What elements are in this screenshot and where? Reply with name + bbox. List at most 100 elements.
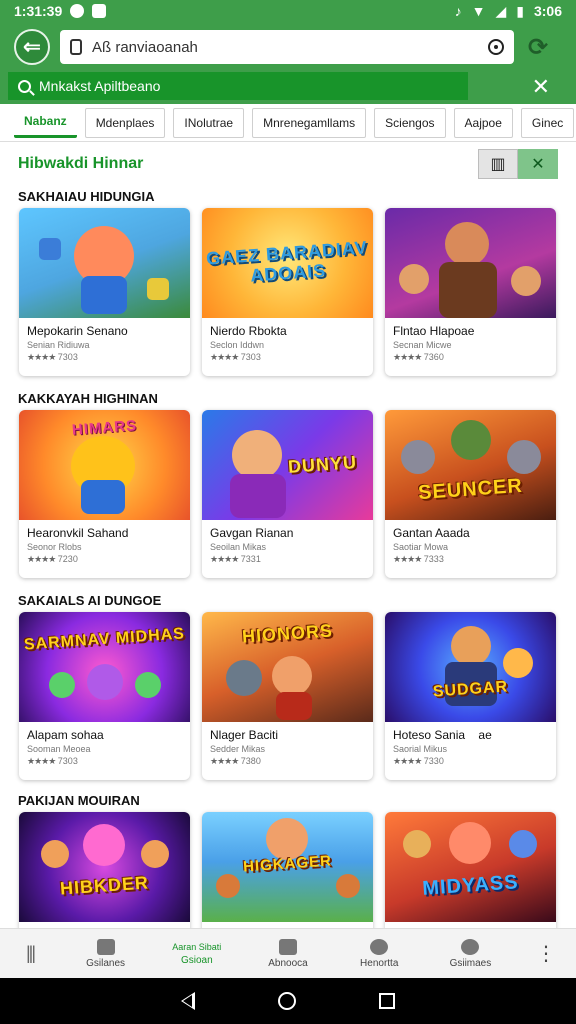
game-art-title: HIONORS (241, 620, 334, 647)
star-icon: ★★★★ (27, 756, 56, 766)
tab-5[interactable]: Sciengos (374, 107, 446, 138)
tab-2[interactable]: Mdenplaes (84, 107, 166, 138)
search-icon (18, 79, 31, 93)
game-card[interactable]: HIONORS Nlager Baciti Sedder Mikas ★★★★ … (202, 612, 373, 780)
bottom-navigation: ||| Gsilanes Aaran Sibati Gsioan Abnooca… (0, 928, 576, 978)
category-tabs: Nabanz Mdenplaes INolutrae Mnrenegamllam… (0, 104, 576, 142)
page-title: Hibwakdi Hinnar (18, 155, 144, 172)
more-options-button[interactable]: ⋮ (516, 941, 576, 966)
game-rating: ★★★★ 7380 (210, 756, 261, 766)
game-rating: ★★★★ 7303 (210, 352, 261, 362)
game-name: Alapam sohaa (27, 728, 104, 742)
refresh-button[interactable]: ⟳ (524, 33, 552, 62)
game-developer: Senian Ridiuwa (27, 340, 90, 350)
section-title: SAKAIALS AI DUNGOE (18, 593, 162, 608)
game-rating: ★★★★ 7303 (27, 756, 78, 766)
section-1: SAKHAIAU HIDUNGIA Mepokarin Senano Senia… (0, 186, 576, 376)
game-thumbnail: HIMARS (19, 410, 190, 520)
nav-games[interactable]: Gsilanes (60, 938, 151, 969)
game-card[interactable]: SUDGAR Hoteso Sania ae Saorial Mikus ★★★… (385, 612, 556, 780)
nav-gsioan[interactable]: Aaran Sibati Gsioan (151, 942, 242, 966)
search-bar[interactable]: Mnkakst Apiltbeano (8, 72, 468, 100)
battery-time: 3:06 (533, 3, 562, 19)
star-icon: ★★★★ (393, 756, 422, 766)
game-thumbnail: GAEZ BARADIAV ADOAIS (202, 208, 373, 318)
game-rating: ★★★★ 7303 (27, 352, 78, 362)
tab-3[interactable]: INolutrae (173, 107, 245, 138)
game-art-title: GAEZ BARADIAV ADOAIS (205, 237, 369, 286)
status-time: 1:31:39 (14, 3, 63, 19)
nav-games-library[interactable]: Gsiimaes (425, 938, 516, 969)
game-card[interactable]: SEUNCER Gantan Aaada Saotiar Mowa ★★★★ 7… (385, 410, 556, 578)
nav-label: Abnooca (268, 957, 308, 969)
star-icon: ★★★★ (393, 352, 422, 362)
game-name: Gavgan Rianan (210, 526, 294, 540)
game-rating: ★★★★ 7230 (27, 554, 78, 564)
game-card[interactable]: DUNYU Gavgan Rianan Seoilan Mikas ★★★★ 7… (202, 410, 373, 578)
page-icon (70, 39, 82, 55)
game-thumbnail: HIONORS (202, 612, 373, 722)
game-thumbnail (19, 208, 190, 318)
nav-label: Gsioan (180, 954, 213, 966)
game-thumbnail: HIBKDER (19, 812, 190, 922)
nav-notifications[interactable]: Henortta (334, 938, 425, 969)
game-developer: Seclon Iddwn (210, 340, 265, 350)
game-rating: ★★★★ 7333 (393, 554, 444, 564)
game-name: Gantan Aaada (393, 526, 470, 540)
game-art-title: DUNYU (287, 452, 358, 477)
tab-7[interactable]: Ginec (520, 107, 575, 138)
page-header: Hibwakdi Hinnar ▥ ✕ (0, 142, 576, 186)
tab-6[interactable]: Aajpoe (453, 107, 513, 138)
game-thumbnail: SEUNCER (385, 410, 556, 520)
section-3: SAKAIALS AI DUNGOE SARMNAV MIDHAS Alapam… (0, 590, 576, 780)
nav-apps[interactable]: Abnooca (242, 938, 333, 969)
star-icon: ★★★★ (210, 554, 239, 564)
game-developer: Seonor Rlobs (27, 542, 82, 552)
browser-toolbar: ⇐ ⟳ (0, 22, 576, 72)
close-view-icon[interactable]: ✕ (518, 149, 558, 179)
game-developer: Secnan Micwe (393, 340, 452, 350)
home-icon (96, 938, 115, 955)
tab-4[interactable]: Mnrenegamllams (252, 107, 367, 138)
star-icon: ★★★★ (210, 352, 239, 362)
game-card[interactable]: Mepokarin Senano Senian Ridiuwa ★★★★ 730… (19, 208, 190, 376)
game-thumbnail: HIGKAGER (202, 812, 373, 922)
more-vertical-icon: ⋮ (536, 943, 557, 965)
system-home-icon[interactable] (277, 992, 296, 1010)
game-art-title: HIBKDER (59, 872, 150, 899)
star-icon: ★★★★ (27, 554, 56, 564)
game-thumbnail: SARMNAV MIDHAS (19, 612, 190, 722)
game-name: Mepokarin Senano (27, 324, 128, 338)
address-bar[interactable] (60, 30, 514, 64)
game-rating: ★★★★ 7330 (393, 756, 444, 766)
menu-grid-icon: ||| (25, 943, 36, 963)
game-art-title: SEUNCER (417, 474, 524, 505)
app-notification-icon (92, 4, 107, 18)
grid-view-icon[interactable]: ▥ (478, 149, 518, 179)
close-search-icon[interactable]: ✕ (532, 74, 550, 100)
game-card[interactable]: SARMNAV MIDHAS Alapam sohaa Sooman Meoea… (19, 612, 190, 780)
system-recents-icon[interactable] (378, 993, 395, 1009)
star-icon: ★★★★ (27, 352, 56, 362)
game-card[interactable]: Flntao Hlapoae Secnan Micwe ★★★★ 7360 (385, 208, 556, 376)
refresh-icon: ⟳ (527, 33, 549, 61)
game-thumbnail: MIDYASS (385, 812, 556, 922)
url-input[interactable] (92, 38, 478, 56)
game-card[interactable]: GAEZ BARADIAV ADOAIS Nierdo Rbokta Seclo… (202, 208, 373, 376)
game-thumbnail: SUDGAR (385, 612, 556, 722)
search-strip: Mnkakst Apiltbeano ✕ (0, 72, 576, 104)
target-icon[interactable] (488, 39, 504, 55)
system-navigation (0, 978, 576, 1024)
status-bar: 1:31:39 ♪ ▼ ◢ ▮ 3:06 (0, 0, 576, 22)
globe-icon (461, 938, 480, 955)
game-name: Hoteso Sania ae (393, 728, 492, 742)
battery-icon: ▮ (516, 2, 524, 19)
tab-1[interactable]: Nabanz (14, 108, 77, 138)
system-back-icon[interactable] (181, 992, 196, 1010)
notification-icon (70, 4, 85, 18)
nav-menu[interactable]: ||| (0, 943, 60, 964)
game-thumbnail: DUNYU (202, 410, 373, 520)
game-card[interactable]: HIMARS Hearonvkil Sahand Seonor Rlobs ★★… (19, 410, 190, 578)
back-button[interactable]: ⇐ (14, 29, 50, 65)
game-developer: Saorial Mikus (393, 744, 448, 754)
